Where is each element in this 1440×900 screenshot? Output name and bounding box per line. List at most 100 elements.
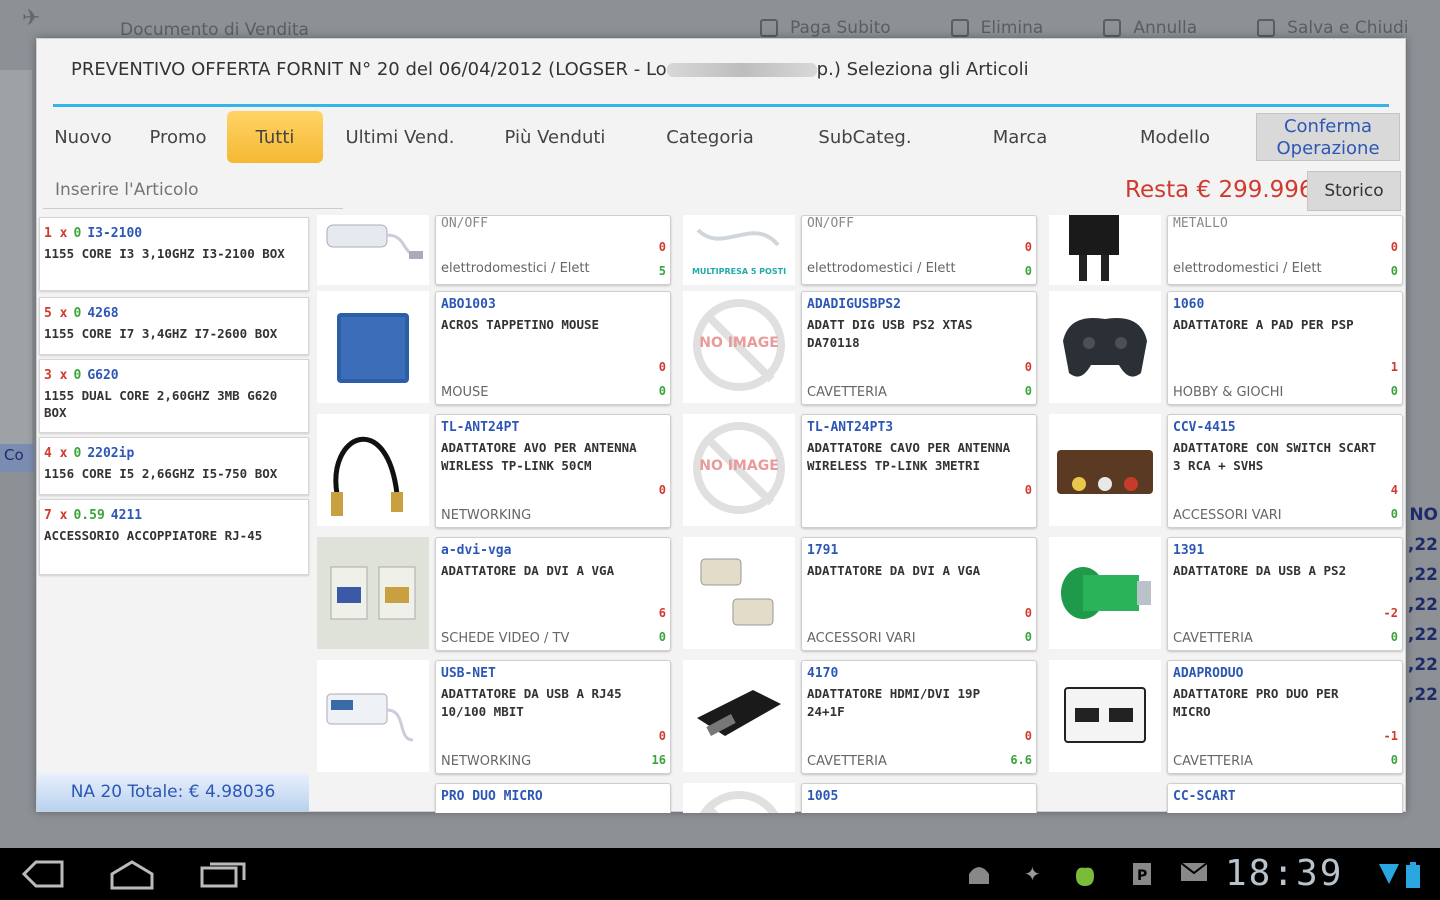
p-badge-icon: P: [1132, 862, 1152, 891]
product-card: 1791 ADATTATORE DA DVI A VGA ACCESSORI V…: [801, 537, 1037, 651]
product-stock: 1: [1390, 360, 1398, 374]
article-search-input[interactable]: [43, 171, 343, 209]
product-tile[interactable]: TL-ANT24PT ADATTATORE AVO PER ANTENNA WI…: [317, 414, 673, 530]
usb-icon: ✦: [1024, 862, 1041, 886]
product-category: ACCESSORI VARI: [807, 631, 916, 646]
checkbox-icon: [1257, 19, 1276, 37]
product-tile[interactable]: 1060 ADATTATORE A PAD PER PSP HOBBY & GI…: [1049, 291, 1405, 407]
background-right-values: NO ,22 ,22 ,22 ,22 ,22 ,22: [1404, 500, 1440, 710]
cart-qty: 7 x: [44, 508, 68, 523]
redacted-text: [666, 63, 817, 77]
product-tile[interactable]: 1791 ADATTATORE DA DVI A VGA ACCESSORI V…: [683, 537, 1039, 653]
cart-item[interactable]: 1 x 0 I3-2100 1155 CORE I3 3,10GHZ I3-2100…: [39, 217, 309, 291]
product-code: a-dvi-vga: [441, 543, 512, 558]
product-tile[interactable]: 4170 ADATTATORE HDMI/DVI 19P 24+1F CAVET…: [683, 660, 1039, 776]
product-category: CAVETTERIA: [807, 754, 887, 769]
tab-marca[interactable]: Marca: [943, 111, 1097, 163]
product-price: 0: [1390, 753, 1398, 767]
product-code: CC-SCART: [1173, 789, 1236, 804]
product-category: NETWORKING: [441, 508, 532, 523]
product-stock: -1: [1383, 729, 1398, 743]
cart-item[interactable]: 4 x 0 2202ip 1156 CORE I5 2,66GHZ I5-750 B…: [39, 437, 309, 495]
confirm-line2: Operazione: [1276, 138, 1380, 159]
cart-price: 0: [73, 306, 82, 321]
recent-apps-icon[interactable]: [200, 860, 246, 895]
product-price: 0: [1390, 384, 1398, 398]
product-card: ADADIGUSBPS2 ADATT DIG USB PS2 XTAS DA70…: [801, 291, 1037, 405]
tab-tutti[interactable]: Tutti: [227, 111, 323, 163]
product-tile[interactable]: NO IMAGE ADADIGUSBPS2 ADATT DIG USB PS2 …: [683, 291, 1039, 407]
product-tile[interactable]: USB-NET ADATTATORE DA USB A RJ45 10/100 …: [317, 660, 673, 776]
product-stock: 0: [658, 729, 666, 743]
cart-price: 0.59: [73, 508, 105, 523]
product-tile[interactable]: 1005: [683, 783, 1039, 813]
cart-item[interactable]: 5 x 0 4268 1155 CORE I7 3,4GHZ I7-2600 BOX: [39, 297, 309, 355]
product-card: ADAPRODUO ADATTATORE PRO DUO PER MICRO C…: [1167, 660, 1403, 774]
product-stock: 0: [1024, 240, 1032, 254]
usb-hub-image: [317, 215, 429, 285]
product-desc: ADATTATORE DA DVI A VGA: [441, 563, 615, 578]
tab-subcateg[interactable]: SubCateg.: [787, 111, 943, 163]
tab-modello[interactable]: Modello: [1097, 111, 1253, 163]
confirm-operation-button[interactable]: Conferma Operazione: [1256, 113, 1400, 161]
product-code: 1060: [1173, 297, 1205, 312]
cart-code: 2202ip: [87, 446, 135, 461]
usb-net-image: [317, 660, 429, 772]
product-tile[interactable]: PRO DUO MICRO: [317, 783, 673, 813]
cart-price: 0: [73, 446, 82, 461]
cart-item[interactable]: 7 x 0.59 4211 ACCESSORIO ACCOPPIATORE RJ-4…: [39, 499, 309, 575]
bg-value: ,22: [1407, 685, 1438, 705]
product-category: CAVETTERIA: [1173, 631, 1253, 646]
select-articles-dialog: PREVENTIVO OFFERTA FORNIT N° 20 del 06/0…: [36, 38, 1406, 813]
cart-item-header: 4 x 0 2202ip: [44, 446, 304, 461]
scart-adapter-image: [1049, 414, 1161, 526]
product-tile[interactable]: CC-SCART: [1049, 783, 1405, 813]
bg-action-label: Elimina: [980, 18, 1044, 38]
product-price: 0: [1024, 264, 1032, 278]
tab-categoria[interactable]: Categoria: [633, 111, 787, 163]
cart-code: 4211: [110, 508, 143, 523]
tab-piu-venduti[interactable]: Più Venduti: [477, 111, 633, 163]
cart-desc: 1156 CORE I5 2,66GHZ I5-750 BOX: [44, 466, 278, 481]
home-icon[interactable]: [108, 860, 156, 897]
product-tile[interactable]: NO IMAGE TL-ANT24PT3 ADATTATORE CAVO PER…: [683, 414, 1039, 530]
bg-action-label: Salva e Chiudi: [1287, 18, 1409, 38]
product-price: 16: [651, 753, 666, 767]
product-tile[interactable]: a-dvi-vga ADATTATORE DA DVI A VGA SCHEDE…: [317, 537, 673, 653]
cart-item[interactable]: 3 x 0 G620 1155 DUAL CORE 2,60GHZ 3MB G620…: [39, 359, 309, 433]
product-price: 5: [658, 264, 666, 278]
tab-ultimi-vend[interactable]: Ultimi Vend.: [323, 111, 477, 163]
dialog-title-suffix: p.) Seleziona gli Articoli: [816, 59, 1029, 80]
product-tile[interactable]: CCV-4415 ADATTATORE CON SWITCH SCART 3 R…: [1049, 414, 1405, 530]
product-category: NETWORKING: [441, 754, 532, 769]
product-desc: ADATT DIG USB PS2 XTAS DA70118: [807, 317, 973, 350]
product-code: PRO DUO MICRO: [441, 789, 543, 804]
pro-duo-image: [1049, 660, 1161, 772]
no-image-label: NO IMAGE: [699, 458, 779, 474]
product-text: ON/OFF: [441, 216, 488, 231]
product-code: ADAPRODUO: [1173, 666, 1244, 681]
product-price: 0: [1024, 630, 1032, 644]
product-stock: 6: [658, 606, 666, 620]
product-tile[interactable]: ADAPRODUO ADATTATORE PRO DUO PER MICRO C…: [1049, 660, 1405, 776]
wifi-icon: [1378, 862, 1400, 891]
product-tile[interactable]: ABO1003 ACROS TAPPETINO MOUSE MOUSE 0 0: [317, 291, 673, 407]
product-stock: 0: [1390, 240, 1398, 254]
back-icon[interactable]: [21, 860, 66, 895]
product-code: TL-ANT24PT: [441, 420, 520, 435]
product-tile[interactable]: 1391 ADATTATORE DA USB A PS2 CAVETTERIA …: [1049, 537, 1405, 653]
product-text: METALLO: [1173, 216, 1228, 231]
tab-promo[interactable]: Promo: [129, 111, 227, 163]
bg-action-label: Annulla: [1133, 18, 1198, 38]
tab-nuovo[interactable]: Nuovo: [37, 111, 129, 163]
cart-desc: 1155 CORE I7 3,4GHZ I7-2600 BOX: [44, 326, 278, 341]
product-category: CAVETTERIA: [1173, 754, 1253, 769]
product-desc: ADATTATORE DA USB A RJ45 10/100 MBIT: [441, 686, 622, 719]
cart-desc: ACCESSORIO ACCOPPIATORE RJ-45: [44, 528, 263, 543]
storico-button[interactable]: Storico: [1307, 171, 1401, 211]
cart-code: I3-2100: [87, 226, 143, 241]
product-category: MOUSE: [441, 385, 489, 400]
checkbox-icon: [1103, 19, 1122, 37]
title-divider: [53, 104, 1389, 107]
product-price: 0: [1024, 384, 1032, 398]
